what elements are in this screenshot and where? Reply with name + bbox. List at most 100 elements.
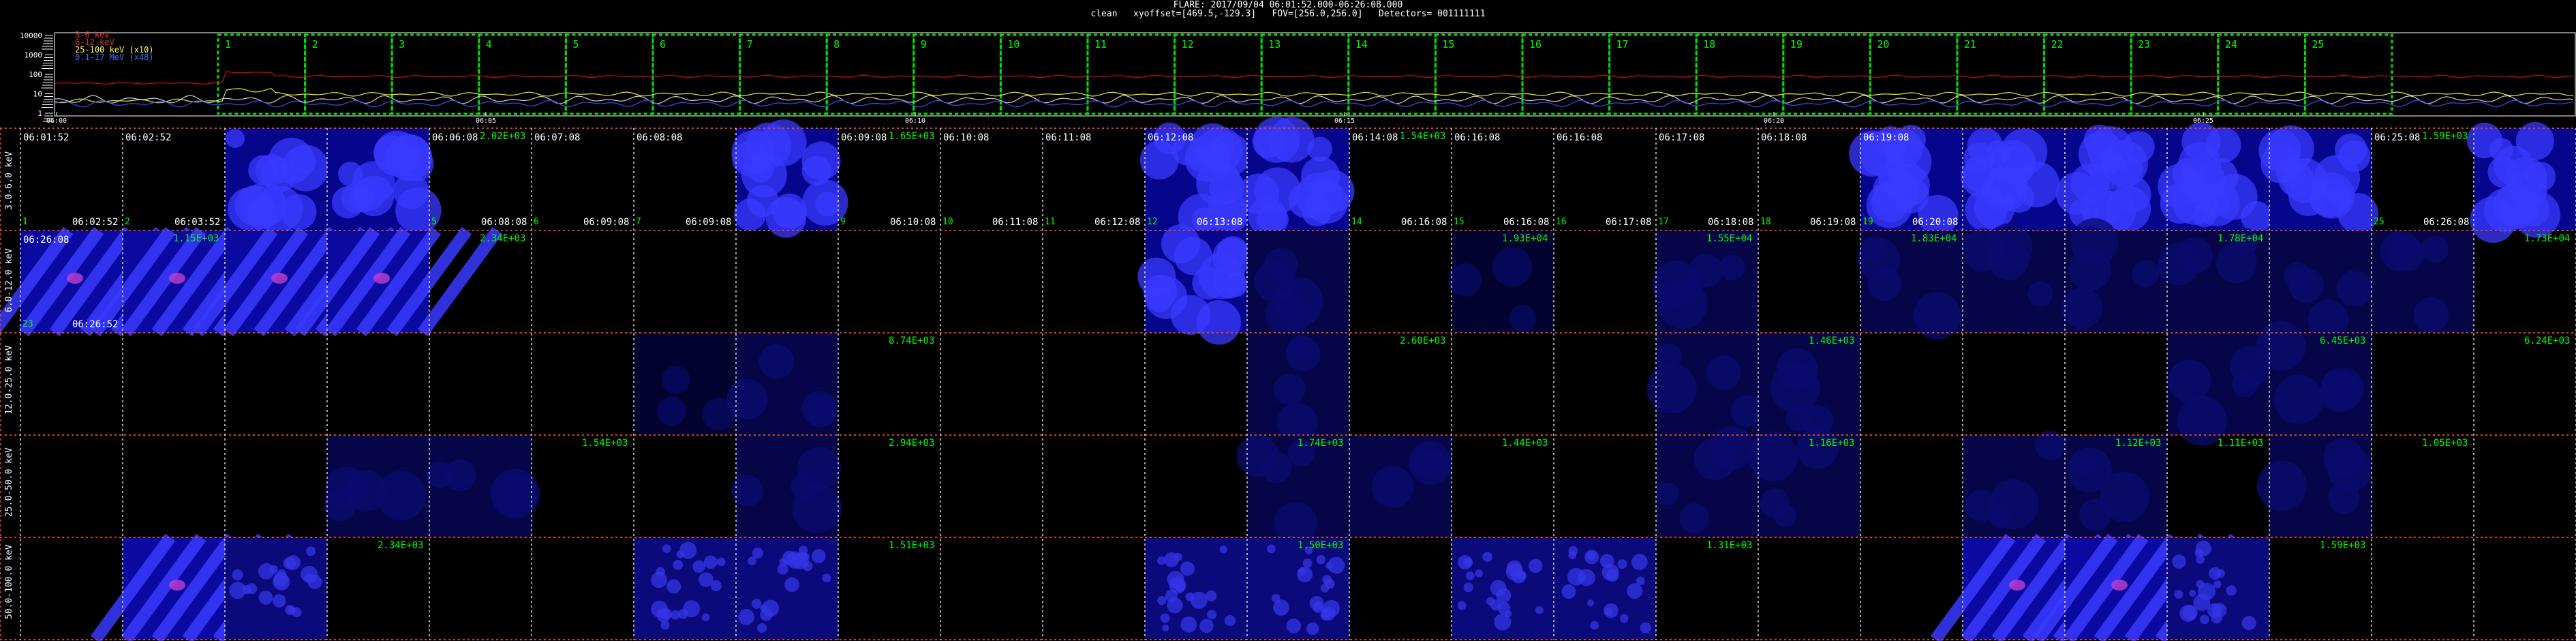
image-cell xyxy=(2061,218,2167,333)
image-blob xyxy=(805,396,837,428)
peak-value: 1.74E+03 xyxy=(1298,438,1344,449)
cell-start-time: 06:09:08 xyxy=(841,132,887,143)
image-blob xyxy=(324,489,356,522)
image-blob xyxy=(2027,281,2053,307)
cell-interval-number: 10 xyxy=(942,217,953,227)
cell-start-time: 06:07:08 xyxy=(534,132,581,143)
image-blob xyxy=(2288,267,2325,303)
image-blob xyxy=(1448,263,1482,297)
image-blob xyxy=(1646,363,1697,414)
image-blob xyxy=(1988,239,2029,280)
image-blob xyxy=(1604,608,1613,616)
image-blob xyxy=(1139,140,1179,180)
image-cell xyxy=(1247,230,1349,337)
cell-start-time: 06:17:08 xyxy=(1659,132,1705,143)
image-blob xyxy=(1264,248,1298,282)
image-blob xyxy=(2061,288,2103,329)
image-blob xyxy=(1693,438,1736,481)
image-blob xyxy=(1302,558,1313,568)
image-cell xyxy=(2256,435,2373,537)
cell-interval-number: 5 xyxy=(431,217,437,227)
image-blob xyxy=(746,185,779,218)
peak-value: 1.11E+03 xyxy=(2218,438,2264,449)
cell-interval-number: 12 xyxy=(1147,217,1158,227)
image-cell xyxy=(2466,121,2576,243)
peak-value: 1.31E+03 xyxy=(1706,540,1753,551)
cell-end-time: 06:19:08 xyxy=(1810,217,1856,228)
image-cell xyxy=(1236,434,1349,546)
image-blob xyxy=(2200,614,2209,625)
image-blob xyxy=(726,378,768,420)
cell-end-time: 06:26:52 xyxy=(72,319,119,330)
cell-end-time: 06:12:08 xyxy=(1094,217,1141,228)
image-blob xyxy=(738,608,754,625)
image-blob xyxy=(1584,550,1599,565)
image-blob xyxy=(703,555,718,569)
image-blob xyxy=(758,344,794,379)
peak-value: 2.94E+03 xyxy=(889,438,935,449)
cell-interval-number: 6 xyxy=(534,217,539,227)
image-cell xyxy=(1247,537,1349,640)
cell-start-time: 06:16:08 xyxy=(1557,132,1603,143)
peak-value: 1.83E+04 xyxy=(1911,233,1957,244)
image-blob xyxy=(662,544,671,553)
image-blob xyxy=(2211,603,2227,618)
image-blob xyxy=(1162,624,1169,631)
image-blob xyxy=(2176,237,2213,274)
image-blob xyxy=(1631,554,1648,571)
image-blob xyxy=(288,606,296,614)
image-blob xyxy=(1776,348,1818,389)
image-blob xyxy=(798,552,808,562)
image-blob xyxy=(2241,616,2256,631)
image-blob xyxy=(2196,555,2205,564)
image-blob xyxy=(1496,588,1512,603)
cell-end-time: 06:02:52 xyxy=(72,217,119,228)
cell-start-time: 06:16:08 xyxy=(1454,132,1501,143)
image-blob xyxy=(1174,237,1212,275)
image-hotspot xyxy=(169,273,185,284)
image-cell xyxy=(2167,333,2271,446)
image-blob xyxy=(671,610,681,620)
image-blob xyxy=(2172,554,2186,569)
image-blob xyxy=(2189,589,2196,597)
cell-start-time: 06:26:08 xyxy=(23,235,70,245)
image-blob xyxy=(2067,447,2113,493)
cell-start-time: 06:01:52 xyxy=(23,132,70,143)
image-blob xyxy=(751,599,762,609)
image-blob xyxy=(2158,164,2203,209)
image-blob xyxy=(1857,238,1901,281)
image-blob xyxy=(306,546,316,556)
peak-value: 1.05E+03 xyxy=(2422,438,2468,449)
image-blob xyxy=(2256,320,2306,372)
image-blob xyxy=(1535,606,1544,614)
image-cell xyxy=(1963,430,2066,537)
peak-value: 1.78E+04 xyxy=(2218,233,2264,244)
image-cell xyxy=(1247,333,1349,444)
peak-value: 1.54E+03 xyxy=(1400,131,1446,142)
image-blob xyxy=(1297,566,1313,582)
image-cell xyxy=(1145,537,1247,640)
image-blob xyxy=(248,155,278,185)
image-blob xyxy=(1320,584,1330,593)
image-blob xyxy=(2483,188,2529,233)
image-blob xyxy=(2216,569,2225,578)
image-blob xyxy=(1167,597,1183,614)
image-blob xyxy=(1475,569,1483,578)
image-blob xyxy=(490,468,540,519)
image-blob xyxy=(1311,170,1355,213)
image-hotspot xyxy=(373,273,390,284)
peak-value: 2.60E+03 xyxy=(1400,336,1446,346)
image-blob xyxy=(701,613,710,622)
image-blob xyxy=(1274,277,1323,327)
cell-interval-number: 2 xyxy=(125,217,130,227)
image-blob xyxy=(1207,610,1217,620)
image-cell xyxy=(2158,122,2273,233)
cell-end-time: 06:09:08 xyxy=(686,217,732,228)
image-blob xyxy=(2083,124,2115,157)
image-cell xyxy=(1137,224,1251,345)
peak-value: 2.34E+03 xyxy=(378,540,424,551)
image-cell xyxy=(1554,537,1656,640)
image-cell xyxy=(1349,435,1452,537)
cell-end-time: 06:13:08 xyxy=(1197,217,1243,228)
cell-start-time: 06:11:08 xyxy=(1045,132,1092,143)
